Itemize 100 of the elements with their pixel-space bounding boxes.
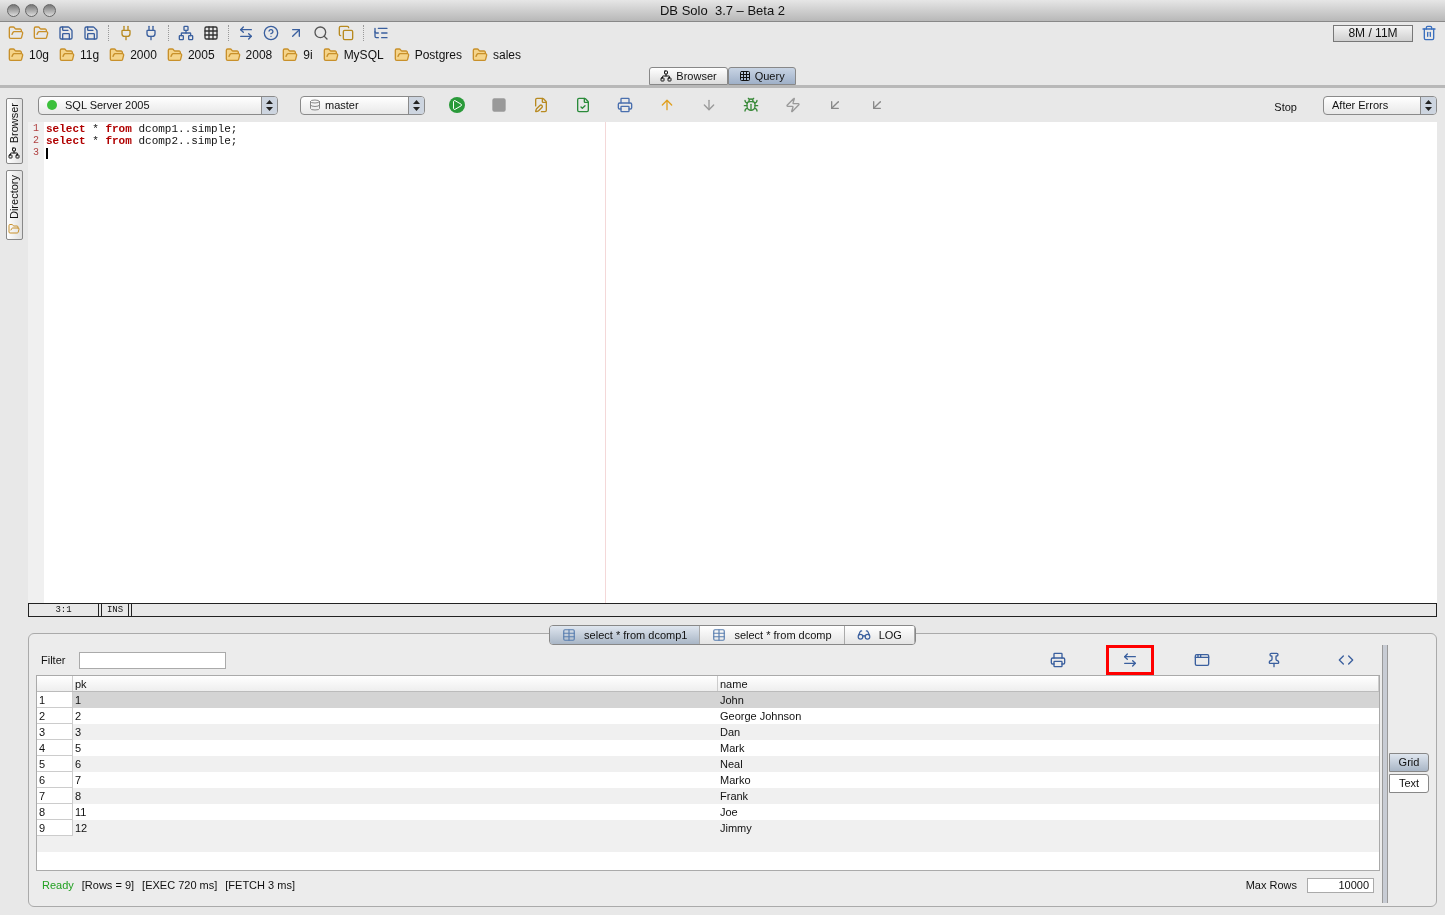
max-rows-label: Max Rows (1245, 877, 1297, 893)
sql-keyword: select (46, 123, 86, 135)
folder-icon (8, 47, 24, 63)
table-row[interactable]: 3 3 Dan (37, 724, 1379, 740)
table-cell-text: 3 (74, 724, 83, 740)
sql-keyword: select (46, 135, 86, 147)
tool-button[interactable] (1106, 645, 1154, 675)
search-icon[interactable] (313, 25, 329, 41)
folder-icon (8, 223, 20, 236)
status-ready: Ready (42, 877, 74, 893)
table-row[interactable]: 7 8 Frank (37, 788, 1379, 804)
connection-select[interactable]: SQL Server 2005 (38, 95, 278, 115)
open-folder-icon[interactable] (8, 25, 24, 41)
save-icon[interactable] (83, 25, 99, 41)
tree-icon (660, 70, 673, 82)
plug-icon[interactable] (143, 25, 159, 41)
result-tab[interactable]: select * from dcomp1 (550, 626, 701, 644)
table-cell-text: Frank (719, 788, 750, 804)
window-control[interactable] (43, 4, 56, 17)
tree-edit-icon[interactable] (373, 25, 389, 41)
stop-icon[interactable] (491, 97, 507, 113)
filter-label: Filter (41, 652, 66, 668)
bookmark-button[interactable]: 10g (8, 46, 50, 64)
swap-icon (1122, 652, 1138, 668)
save-icon[interactable] (58, 25, 74, 41)
table-row[interactable]: 5 6 Neal (37, 756, 1379, 772)
run-icon[interactable] (449, 97, 465, 113)
check-icon[interactable] (575, 97, 591, 113)
row-number: 8 (37, 804, 73, 820)
bookmark-button[interactable]: MySQL (322, 46, 384, 64)
edit-icon[interactable] (533, 97, 549, 113)
view-mode-tab[interactable]: Text (1389, 774, 1429, 793)
side-tab[interactable]: Directory (5, 170, 23, 241)
glasses-icon (856, 628, 871, 642)
copy-icon[interactable] (338, 25, 354, 41)
tree-icon[interactable] (178, 25, 194, 41)
bookmark-button[interactable]: sales (472, 46, 521, 64)
print-icon[interactable] (617, 97, 633, 113)
help-icon[interactable] (263, 25, 279, 41)
stepper-icon (1420, 96, 1436, 114)
row-number: 5 (37, 756, 73, 772)
grid-icon[interactable] (203, 25, 219, 41)
window-control[interactable] (25, 4, 38, 17)
lightning-icon[interactable] (785, 97, 801, 113)
plug-icon[interactable] (118, 25, 134, 41)
bookmark-button[interactable]: 11g (59, 46, 100, 64)
sql-keyword: from (105, 135, 132, 147)
table-row[interactable]: 1 1 John (37, 692, 1379, 708)
line-number: 3 (33, 147, 39, 159)
line-number: 2 (33, 135, 39, 147)
side-tab[interactable]: Browser (5, 98, 23, 165)
row-number: 2 (37, 708, 73, 724)
open-folder-icon[interactable] (33, 25, 49, 41)
code-text: * (91, 135, 100, 147)
bookmark-button[interactable]: Postgres (393, 46, 462, 64)
table-icon (562, 628, 577, 642)
table-cell-text: Neal (719, 756, 744, 772)
arrow-down-icon[interactable] (701, 97, 717, 113)
table-cell-text: 11 (74, 804, 88, 820)
window-control[interactable] (7, 4, 20, 17)
result-tab[interactable]: LOG (844, 626, 915, 644)
bookmark-button[interactable]: 2005 (166, 46, 215, 64)
view-mode-tab[interactable]: Grid (1389, 753, 1429, 772)
stop-label: Stop (1274, 99, 1297, 115)
code-text: dcomp2..simple; (137, 135, 238, 147)
bookmark-button[interactable]: 2008 (224, 46, 273, 64)
sql-keyword: from (105, 123, 132, 135)
table-cell-text: 2 (74, 708, 83, 724)
folder-icon (59, 47, 76, 63)
result-tab[interactable]: select * from dcomp (700, 626, 845, 644)
table-cell-text: 5 (74, 740, 83, 756)
table-row[interactable]: 9 12 Jimmy (37, 820, 1379, 836)
view-tab[interactable]: Query (727, 67, 796, 85)
stepper-icon (261, 96, 277, 114)
bookmark-button[interactable]: 2000 (109, 46, 157, 64)
table-icon (712, 628, 727, 642)
folder-icon (282, 47, 299, 63)
code-icon (1338, 652, 1354, 668)
trash-icon[interactable] (1421, 25, 1437, 41)
folder-icon (109, 47, 126, 63)
view-tab[interactable]: Browser (649, 67, 728, 85)
window-icon (1194, 652, 1210, 668)
exec-time: [EXEC 720 ms] (142, 877, 218, 893)
swap-icon[interactable] (238, 25, 254, 41)
cursor-position: 3:1 (29, 604, 99, 616)
code-text: * (91, 123, 100, 135)
bug-icon[interactable] (743, 97, 759, 113)
table-cell-text: 12 (74, 820, 89, 836)
line-number: 1 (33, 123, 39, 135)
table-cell-text: Jimmy (719, 820, 753, 836)
table-cell-text: Joe (719, 804, 739, 820)
database-select[interactable]: master (300, 95, 425, 115)
insert-mode: INS (101, 604, 129, 616)
error-mode-select[interactable]: After Errors (1323, 95, 1437, 115)
bookmark-button[interactable]: 9i (282, 46, 313, 64)
column-header[interactable]: name (718, 676, 1379, 691)
table-cell-text: 7 (74, 772, 83, 788)
pin-icon (1266, 652, 1282, 668)
stepper-icon (408, 96, 424, 114)
column-header[interactable]: pk (73, 676, 718, 691)
